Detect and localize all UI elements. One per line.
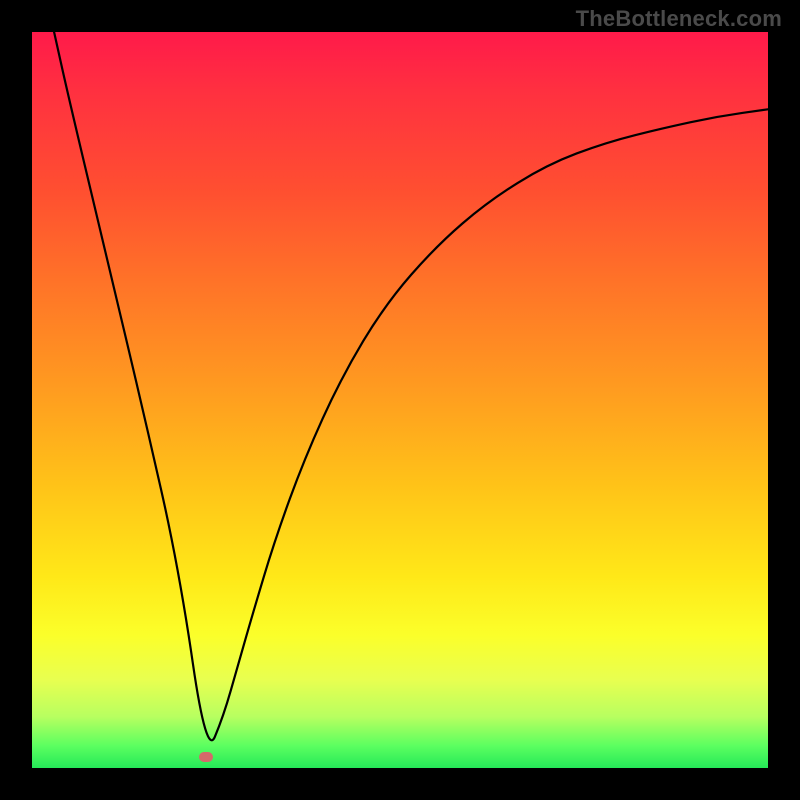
- watermark-text: TheBottleneck.com: [576, 6, 782, 32]
- curve-svg: [32, 32, 768, 768]
- curve-path: [54, 32, 768, 740]
- chart-frame: TheBottleneck.com: [0, 0, 800, 800]
- minimum-marker: [199, 752, 213, 762]
- plot-area: [32, 32, 768, 768]
